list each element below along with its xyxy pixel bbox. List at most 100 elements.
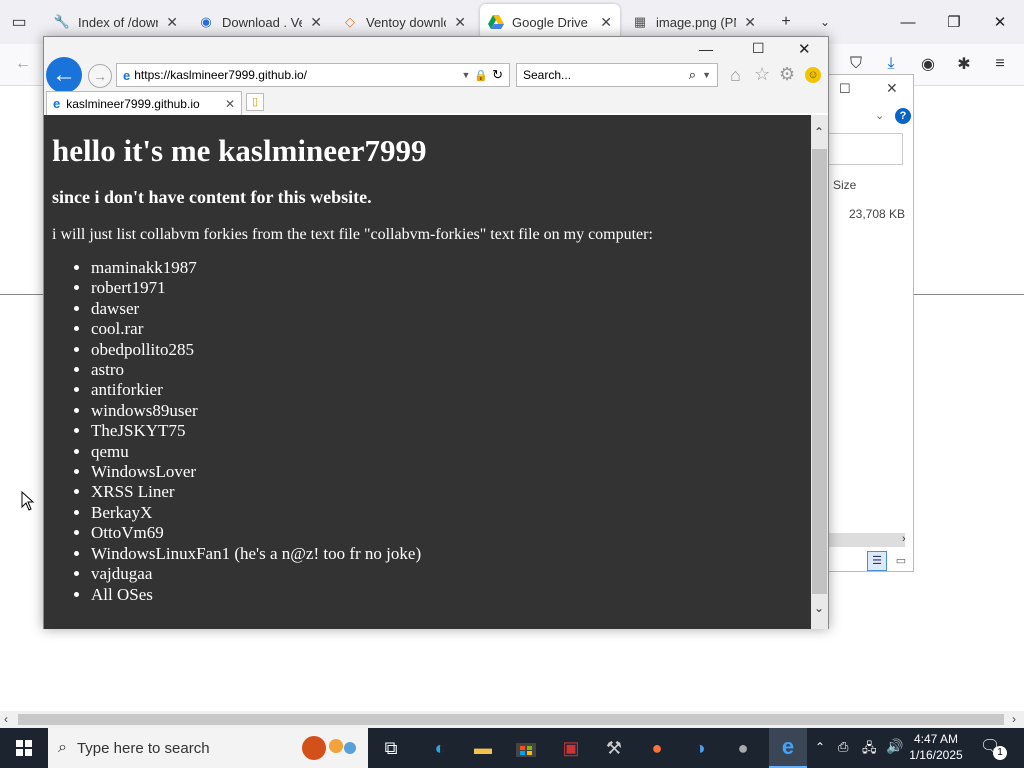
hidden-icons-chevron-icon[interactable]: ⌃: [815, 740, 825, 754]
ie-address-bar[interactable]: e https://kaslmineer7999.github.io/ ▼ 🔒 …: [116, 63, 510, 87]
ie-close-icon[interactable]: ✕: [798, 40, 811, 58]
taskbar-search-box[interactable]: ⌕ Type here to search: [48, 728, 368, 768]
app-icon-tools[interactable]: ⚒: [597, 734, 631, 762]
large-icons-view-icon[interactable]: ▭: [891, 551, 911, 571]
edge-icon[interactable]: ◐: [423, 734, 457, 762]
dropdown-icon[interactable]: ▼: [461, 70, 470, 80]
list-item: obedpollito285: [91, 340, 803, 360]
app-icon-red[interactable]: ▣: [554, 734, 588, 762]
refresh-icon[interactable]: ↻: [492, 67, 503, 83]
home-icon[interactable]: ⌂: [730, 65, 741, 86]
ie-url-text[interactable]: https://kaslmineer7999.github.io/: [134, 68, 457, 82]
maximize-icon[interactable]: ☐: [839, 81, 851, 97]
size-value: 23,708 KB: [849, 207, 906, 221]
close-tab-icon[interactable]: ✕: [454, 14, 466, 31]
scroll-right-icon[interactable]: ›: [1012, 712, 1016, 726]
ie-navigation-bar: — ☐ ✕ ← → e https://kaslmineer7999.githu…: [44, 37, 828, 115]
mouse-cursor-icon: [21, 490, 35, 514]
tab-image-png[interactable]: ▦ image.png (PNG ✕: [624, 4, 764, 40]
minimize-icon[interactable]: —: [893, 8, 923, 36]
windows-taskbar: ⌕ Type here to search ⧉ ◐ ▬ ▣ ⚒ ● ◑ ● e …: [0, 728, 1024, 768]
new-tab-icon[interactable]: ▯: [246, 93, 264, 111]
menu-icon[interactable]: ≡: [989, 53, 1011, 75]
back-arrow-icon[interactable]: ←: [12, 53, 34, 75]
explorer-search-box[interactable]: [829, 133, 903, 165]
network-icon[interactable]: 🖧: [862, 739, 877, 761]
ie-search-box[interactable]: Search... ⌕ ▼: [516, 63, 718, 87]
internet-explorer-taskbar-icon[interactable]: e: [769, 728, 807, 768]
search-dropdown-icon[interactable]: ▼: [702, 70, 711, 80]
tray-device-icon[interactable]: ⎙: [838, 739, 848, 755]
chevron-down-icon[interactable]: ⌄: [875, 109, 884, 122]
app-icon-blue[interactable]: ◑: [683, 734, 717, 762]
ie-forward-icon[interactable]: →: [88, 64, 112, 88]
page-horizontal-scrollbar[interactable]: ‹ ›: [0, 711, 1024, 728]
favorites-star-icon[interactable]: ☆: [754, 64, 770, 85]
ie-maximize-icon[interactable]: ☐: [752, 40, 765, 57]
drive-icon: [488, 14, 504, 30]
ie-minimize-icon[interactable]: —: [699, 41, 713, 57]
ventoy-icon: ◇: [345, 14, 355, 29]
downloads-icon[interactable]: ⤓: [880, 53, 902, 75]
ie-tab-icon: e: [53, 96, 61, 111]
ie-page-icon: e: [123, 67, 131, 83]
ie-tab-close-icon[interactable]: ✕: [225, 97, 235, 111]
ie-back-icon[interactable]: ←: [46, 57, 82, 93]
tab-google-drive[interactable]: Google Drive - V ✕: [480, 4, 620, 40]
settings-gear-icon[interactable]: ⚙: [779, 64, 795, 85]
image-icon: ▦: [633, 14, 647, 29]
account-icon[interactable]: ◉: [917, 53, 939, 75]
list-item: cool.rar: [91, 319, 803, 339]
microsoft-store-icon[interactable]: [509, 734, 543, 762]
list-item: maminakk1987: [91, 258, 803, 278]
tab-ventoy-download[interactable]: ◇ Ventoy downloa ✕: [334, 4, 474, 40]
details-view-icon[interactable]: ☰: [867, 551, 887, 571]
tab-list-chevron-icon[interactable]: ⌄: [814, 11, 836, 33]
volume-icon[interactable]: 🔊: [886, 738, 903, 755]
page-subheading: since i don't have content for this webs…: [52, 187, 372, 207]
close-tab-icon[interactable]: ✕: [744, 14, 756, 31]
tab-index-of-downloads[interactable]: 🔧 Index of /downlo ✕: [46, 4, 186, 40]
page-intro: i will just list collabvm forkies from t…: [52, 226, 653, 243]
close-tab-icon[interactable]: ✕: [166, 14, 178, 31]
explorer-hscroll[interactable]: [829, 533, 905, 547]
close-tab-icon[interactable]: ✕: [310, 14, 322, 31]
close-icon[interactable]: ✕: [886, 80, 898, 97]
file-explorer-icon[interactable]: ▬: [466, 734, 500, 762]
search-icon[interactable]: ⌕: [689, 67, 696, 83]
close-window-icon[interactable]: ✕: [985, 8, 1015, 36]
restore-icon[interactable]: ❐: [939, 8, 969, 36]
search-highlight-icon: [300, 736, 358, 760]
lock-icon[interactable]: 🔒: [474, 69, 488, 82]
tab-download-ventoy[interactable]: ◉ Download . Vent ✕: [190, 4, 330, 40]
scrollbar-thumb[interactable]: [812, 149, 827, 594]
list-item: XRSS Liner: [91, 482, 803, 502]
clock[interactable]: 4:47 AM 1/16/2025: [905, 731, 967, 763]
scroll-up-icon[interactable]: ⌃: [814, 125, 824, 139]
new-tab-icon[interactable]: +: [775, 11, 797, 33]
list-item: TheJSKYT75: [91, 421, 803, 441]
pocket-icon[interactable]: ⛉: [845, 53, 867, 75]
app-icon-orb[interactable]: ●: [726, 734, 760, 762]
smiley-feedback-icon[interactable]: ☺: [805, 67, 821, 83]
list-all-tabs-icon[interactable]: ▭: [8, 11, 30, 33]
firefox-icon[interactable]: ●: [640, 734, 674, 762]
task-view-icon[interactable]: ⧉: [374, 734, 408, 762]
windows-start-icon[interactable]: [7, 734, 41, 762]
scroll-right-icon[interactable]: ›: [902, 533, 906, 545]
scroll-left-icon[interactable]: ‹: [4, 712, 8, 726]
ie-tab-active[interactable]: e kaslmineer7999.github.io ✕: [46, 91, 242, 115]
file-explorer-window: ☐ ✕ ⌄ ? Size 23,708 KB › ☰ ▭: [828, 74, 914, 572]
ie-vertical-scrollbar[interactable]: ⌃ ⌄: [811, 115, 828, 629]
help-icon[interactable]: ?: [895, 108, 911, 124]
hscroll-thumb[interactable]: [18, 714, 1004, 725]
internet-explorer-window: — ☐ ✕ ← → e https://kaslmineer7999.githu…: [43, 36, 829, 629]
globe-icon: ◉: [200, 14, 212, 29]
list-item: robert1971: [91, 278, 803, 298]
close-tab-icon[interactable]: ✕: [600, 14, 612, 31]
extensions-icon[interactable]: ✱: [953, 53, 975, 75]
list-item: BerkayX: [91, 503, 803, 523]
size-column-header[interactable]: Size: [833, 178, 856, 192]
list-item: windows89user: [91, 401, 803, 421]
scroll-down-icon[interactable]: ⌄: [814, 601, 824, 615]
